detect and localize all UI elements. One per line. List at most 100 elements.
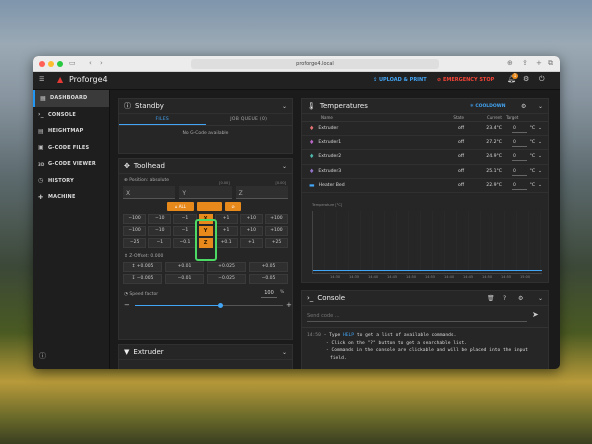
home-xy-button[interactable] <box>197 202 222 211</box>
sidebar-item-heightmap[interactable]: ▤ HEIGHTMAP <box>33 123 109 140</box>
chevron-down-icon[interactable]: ⌄ <box>538 103 543 110</box>
panel-title: Extruder <box>133 348 164 356</box>
new-tab-icon[interactable]: + <box>536 59 542 67</box>
forward-icon[interactable]: › <box>100 59 103 67</box>
speed-slider[interactable] <box>135 303 283 308</box>
zoffset-button[interactable]: +0.025 <box>207 262 246 272</box>
power-icon[interactable]: ⏻ <box>539 75 545 84</box>
heater-state: off <box>458 126 464 132</box>
heater-icon[interactable]: ♦ <box>309 153 314 160</box>
chevron-down-icon[interactable]: ⌄ <box>282 103 287 110</box>
jog-button[interactable]: +10 <box>239 214 263 224</box>
chevron-down-icon[interactable]: ⌄ <box>282 163 287 170</box>
chevron-down-icon[interactable]: ⌄ <box>538 295 543 302</box>
tab-job-queue[interactable]: JOB QUEUE (0) <box>206 114 293 125</box>
address-bar[interactable]: proforge4.local <box>191 59 439 69</box>
heater-icon[interactable]: ▬ <box>309 182 315 189</box>
sidebar-item-dashboard[interactable]: ▦ DASHBOARD <box>33 90 109 107</box>
cooldown-button[interactable]: ❄ COOLDOWN <box>470 104 505 109</box>
jog-button[interactable]: −1 <box>148 238 172 248</box>
zoffset-button[interactable]: +0.05 <box>249 262 288 272</box>
target-input[interactable]: 0 <box>512 152 527 162</box>
jog-button[interactable]: −10 <box>148 214 172 224</box>
home-all-button[interactable]: ⌂ ALL <box>167 202 194 211</box>
sidebar-item-gcode-viewer[interactable]: 3D G-CODE VIEWER <box>33 156 109 173</box>
console-command-link[interactable]: HELP <box>343 333 354 338</box>
z-position-field[interactable]: Z [0.00] <box>235 181 288 199</box>
jog-button[interactable]: −1 <box>173 214 197 224</box>
zoffset-value: −0.005 <box>136 276 154 281</box>
jog-button[interactable]: +100 <box>264 226 289 236</box>
zoffset-button[interactable]: ↥ +0.005 <box>123 262 162 272</box>
zoffset-button[interactable]: −0.01 <box>165 274 204 284</box>
col-name: Name <box>321 115 333 120</box>
help-icon[interactable]: ? <box>503 295 506 302</box>
jog-button[interactable]: +1 <box>239 238 263 248</box>
heater-icon[interactable]: ♦ <box>309 125 314 132</box>
chevron-down-icon[interactable]: ⌄ <box>538 169 542 174</box>
zoffset-button[interactable]: ↧ −0.005 <box>123 274 162 284</box>
motors-off-button[interactable]: ⊘ <box>225 202 241 211</box>
sidebar-item-gcode-files[interactable]: ▣ G-CODE FILES <box>33 140 109 157</box>
jog-button[interactable]: +100 <box>264 214 289 224</box>
upload-print-button[interactable]: ⇪ UPLOAD & PRINT <box>373 77 427 83</box>
settings-icon[interactable]: ⚙ <box>518 295 523 302</box>
zoffset-button[interactable]: +0.01 <box>165 262 204 272</box>
share-icon[interactable]: ⇪ <box>522 59 528 67</box>
jog-button[interactable]: +25 <box>264 238 289 248</box>
emergency-stop-button[interactable]: ⊘ EMERGENCY STOP <box>437 77 494 83</box>
heater-icon[interactable]: ♦ <box>309 168 314 175</box>
sidebar-item-machine[interactable]: ✚ MACHINE <box>33 189 109 206</box>
tab-overview-icon[interactable]: ⧉ <box>548 59 553 68</box>
tab-files[interactable]: FILES <box>119 114 206 125</box>
jog-button[interactable]: −1 <box>173 226 197 236</box>
help-icon[interactable]: ⓘ <box>39 351 46 361</box>
target-input[interactable]: 0 <box>512 138 527 148</box>
menu-icon[interactable]: ☰ <box>39 76 44 83</box>
jog-button[interactable]: +10 <box>239 226 263 236</box>
jog-button[interactable]: −25 <box>123 238 147 248</box>
target-input[interactable]: 0 <box>512 181 527 190</box>
plus-icon[interactable]: + <box>286 301 292 309</box>
chevron-down-icon[interactable]: ⌄ <box>538 183 542 188</box>
x-position-field[interactable]: X <box>123 186 176 199</box>
speed-input[interactable]: 100 <box>261 289 277 298</box>
y-position-field[interactable]: Y [0.00] <box>179 181 232 199</box>
sidebar-item-history[interactable]: ◷ HISTORY <box>33 173 109 190</box>
jog-button[interactable]: −100 <box>123 214 147 224</box>
empty-files-text: No G-Code available <box>182 131 229 136</box>
heater-icon[interactable]: ♦ <box>309 139 314 146</box>
jog-button[interactable]: +1 <box>214 226 238 236</box>
chevron-down-icon[interactable]: ⌄ <box>282 349 287 356</box>
download-icon[interactable]: ⊕ <box>507 59 513 67</box>
target-input[interactable]: 0 <box>512 124 527 134</box>
settings-icon[interactable]: ⚙ <box>521 103 526 110</box>
settings-icon[interactable]: ⚙ <box>523 75 529 83</box>
chevron-down-icon[interactable]: ⌄ <box>538 154 542 159</box>
back-icon[interactable]: ‹ <box>89 59 92 67</box>
send-icon[interactable]: ➤ <box>532 310 539 319</box>
jog-button[interactable]: −10 <box>148 226 172 236</box>
chevron-down-icon[interactable]: ⌄ <box>538 126 542 131</box>
chevron-down-icon[interactable]: ⌄ <box>538 140 542 145</box>
zoom-window-icon[interactable] <box>57 61 63 67</box>
speed-slider-knob[interactable] <box>218 303 224 308</box>
target-input[interactable]: 0 <box>512 167 527 176</box>
close-window-icon[interactable] <box>39 61 45 67</box>
zoffset-button[interactable]: −0.05 <box>249 274 288 284</box>
sidebar-toggle-icon[interactable]: ▭ <box>69 59 76 67</box>
axis-highlight <box>195 219 217 261</box>
zoffset-button[interactable]: −0.025 <box>207 274 246 284</box>
jog-button[interactable]: +1 <box>214 214 238 224</box>
minus-icon[interactable]: − <box>124 301 130 309</box>
sidebar-item-label: G-CODE FILES <box>48 144 90 151</box>
trash-icon[interactable]: 🗑︎ <box>487 295 495 302</box>
minimize-window-icon[interactable] <box>48 61 54 67</box>
jog-button[interactable]: −0.1 <box>173 238 197 248</box>
jog-button[interactable]: +0.1 <box>214 238 238 248</box>
cooldown-label: COOLDOWN <box>475 103 506 109</box>
col-target: Target <box>506 115 519 120</box>
sidebar-item-console[interactable]: ›_ CONSOLE <box>33 107 109 124</box>
jog-button[interactable]: −100 <box>123 226 147 236</box>
console-input[interactable] <box>307 310 527 322</box>
